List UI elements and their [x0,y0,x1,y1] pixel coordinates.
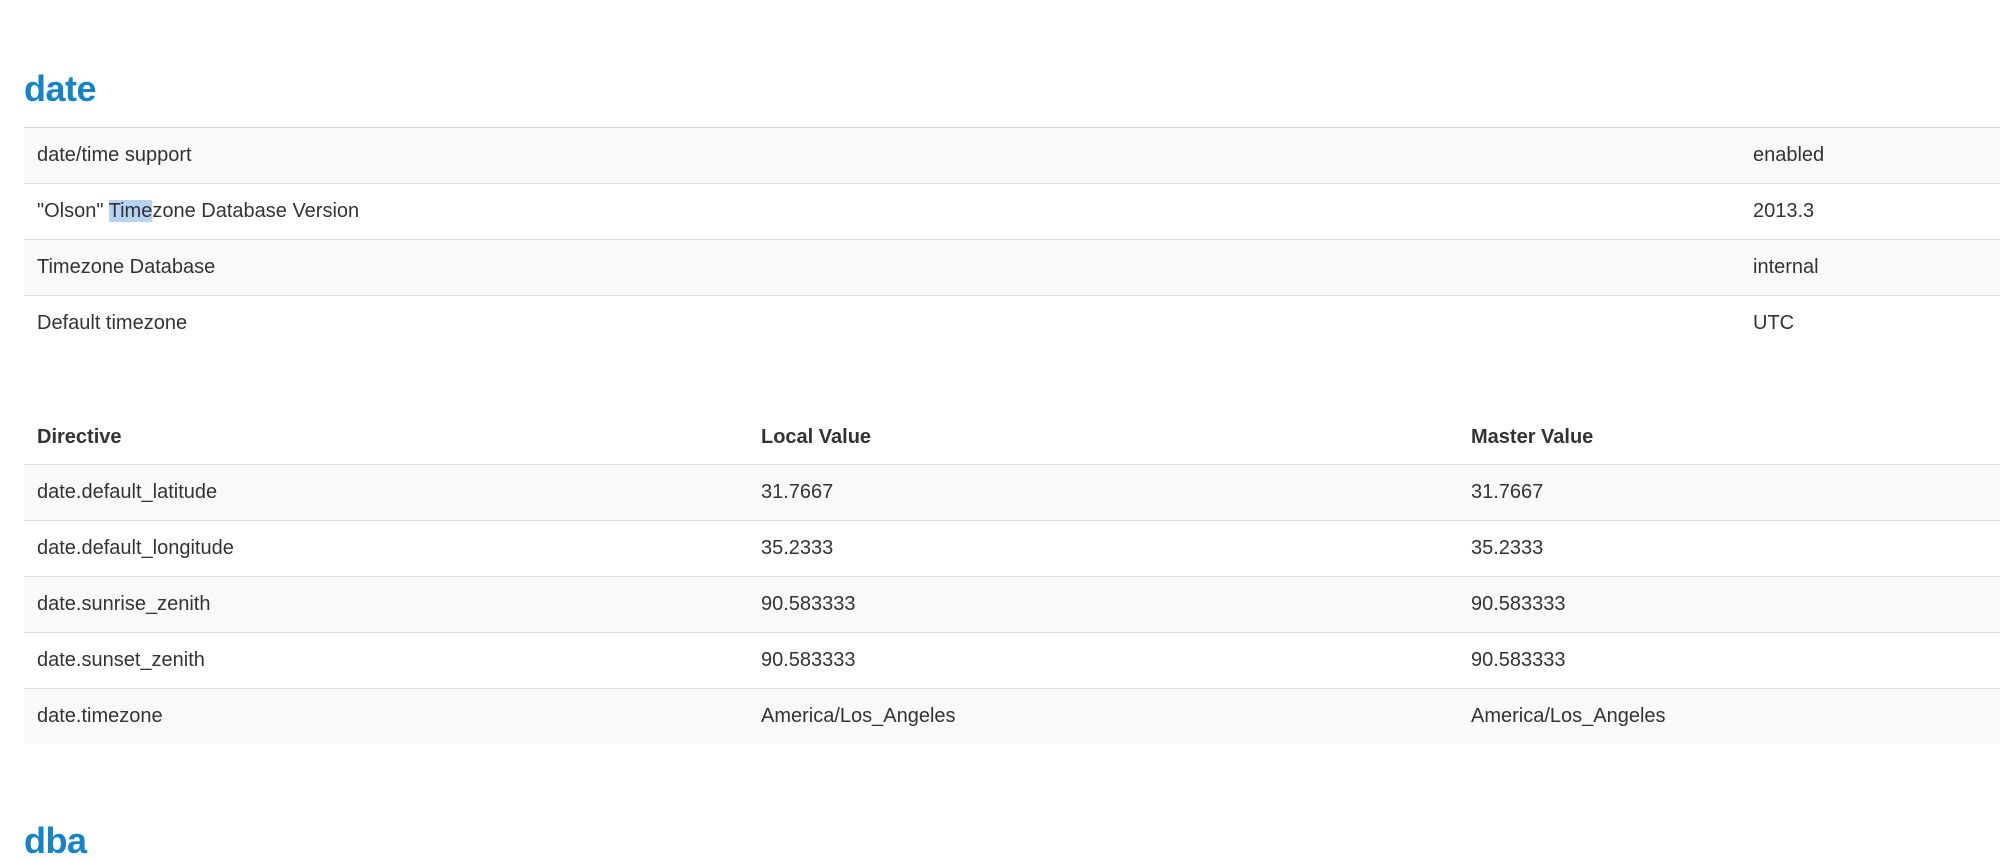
table-row: Default timezone UTC [24,295,2000,351]
info-key-suffix: zone Database Version [152,200,360,222]
directive-name: date.default_longitude [24,520,748,577]
table-row: "Olson" Timezone Database Version 2013.3 [24,183,2000,240]
table-row: date.default_longitude 35.2333 35.2333 [24,520,2000,577]
info-key: date/time support [24,127,1740,184]
master-value: 90.583333 [1458,576,2000,633]
text-selection-highlight[interactable]: Time [108,200,153,222]
date-info-table: date/time support enabled "Olson" Timezo… [24,127,2000,351]
master-value: America/Los_Angeles [1458,688,2000,744]
info-value: internal [1740,239,2000,296]
local-value: 90.583333 [748,632,1458,689]
info-value: enabled [1740,127,2000,184]
table-row: date.sunset_zenith 90.583333 90.583333 [24,632,2000,689]
table-row: date/time support enabled [24,127,2000,184]
table-row: date.sunrise_zenith 90.583333 90.583333 [24,576,2000,633]
directive-name: date.sunrise_zenith [24,576,748,633]
local-value: 31.7667 [748,464,1458,521]
section-title-dba: dba [24,820,87,861]
local-value: 35.2333 [748,520,1458,577]
master-value: 90.583333 [1458,632,2000,689]
info-value: UTC [1740,295,2000,351]
table-header-row: Directive Local Value Master Value [24,410,2000,465]
local-value: America/Los_Angeles [748,688,1458,744]
table-row: Timezone Database internal [24,239,2000,296]
info-key: Timezone Database [24,239,1740,296]
info-value: 2013.3 [1740,183,2000,240]
local-value: 90.583333 [748,576,1458,633]
table-row: date.default_latitude 31.7667 31.7667 [24,464,2000,521]
header-local-value: Local Value [748,410,1458,465]
info-key: Default timezone [24,295,1740,351]
directive-name: date.sunset_zenith [24,632,748,689]
directive-name: date.timezone [24,688,748,744]
table-row: date.timezone America/Los_Angeles Americ… [24,688,2000,744]
info-key: "Olson" Timezone Database Version [24,183,1740,240]
master-value: 31.7667 [1458,464,2000,521]
directive-name: date.default_latitude [24,464,748,521]
section-title-date: date [24,68,97,109]
info-key-prefix: "Olson" [37,200,109,222]
directive-table: Directive Local Value Master Value date.… [24,410,2000,744]
header-directive: Directive [24,410,748,465]
header-master-value: Master Value [1458,410,2000,465]
master-value: 35.2333 [1458,520,2000,577]
